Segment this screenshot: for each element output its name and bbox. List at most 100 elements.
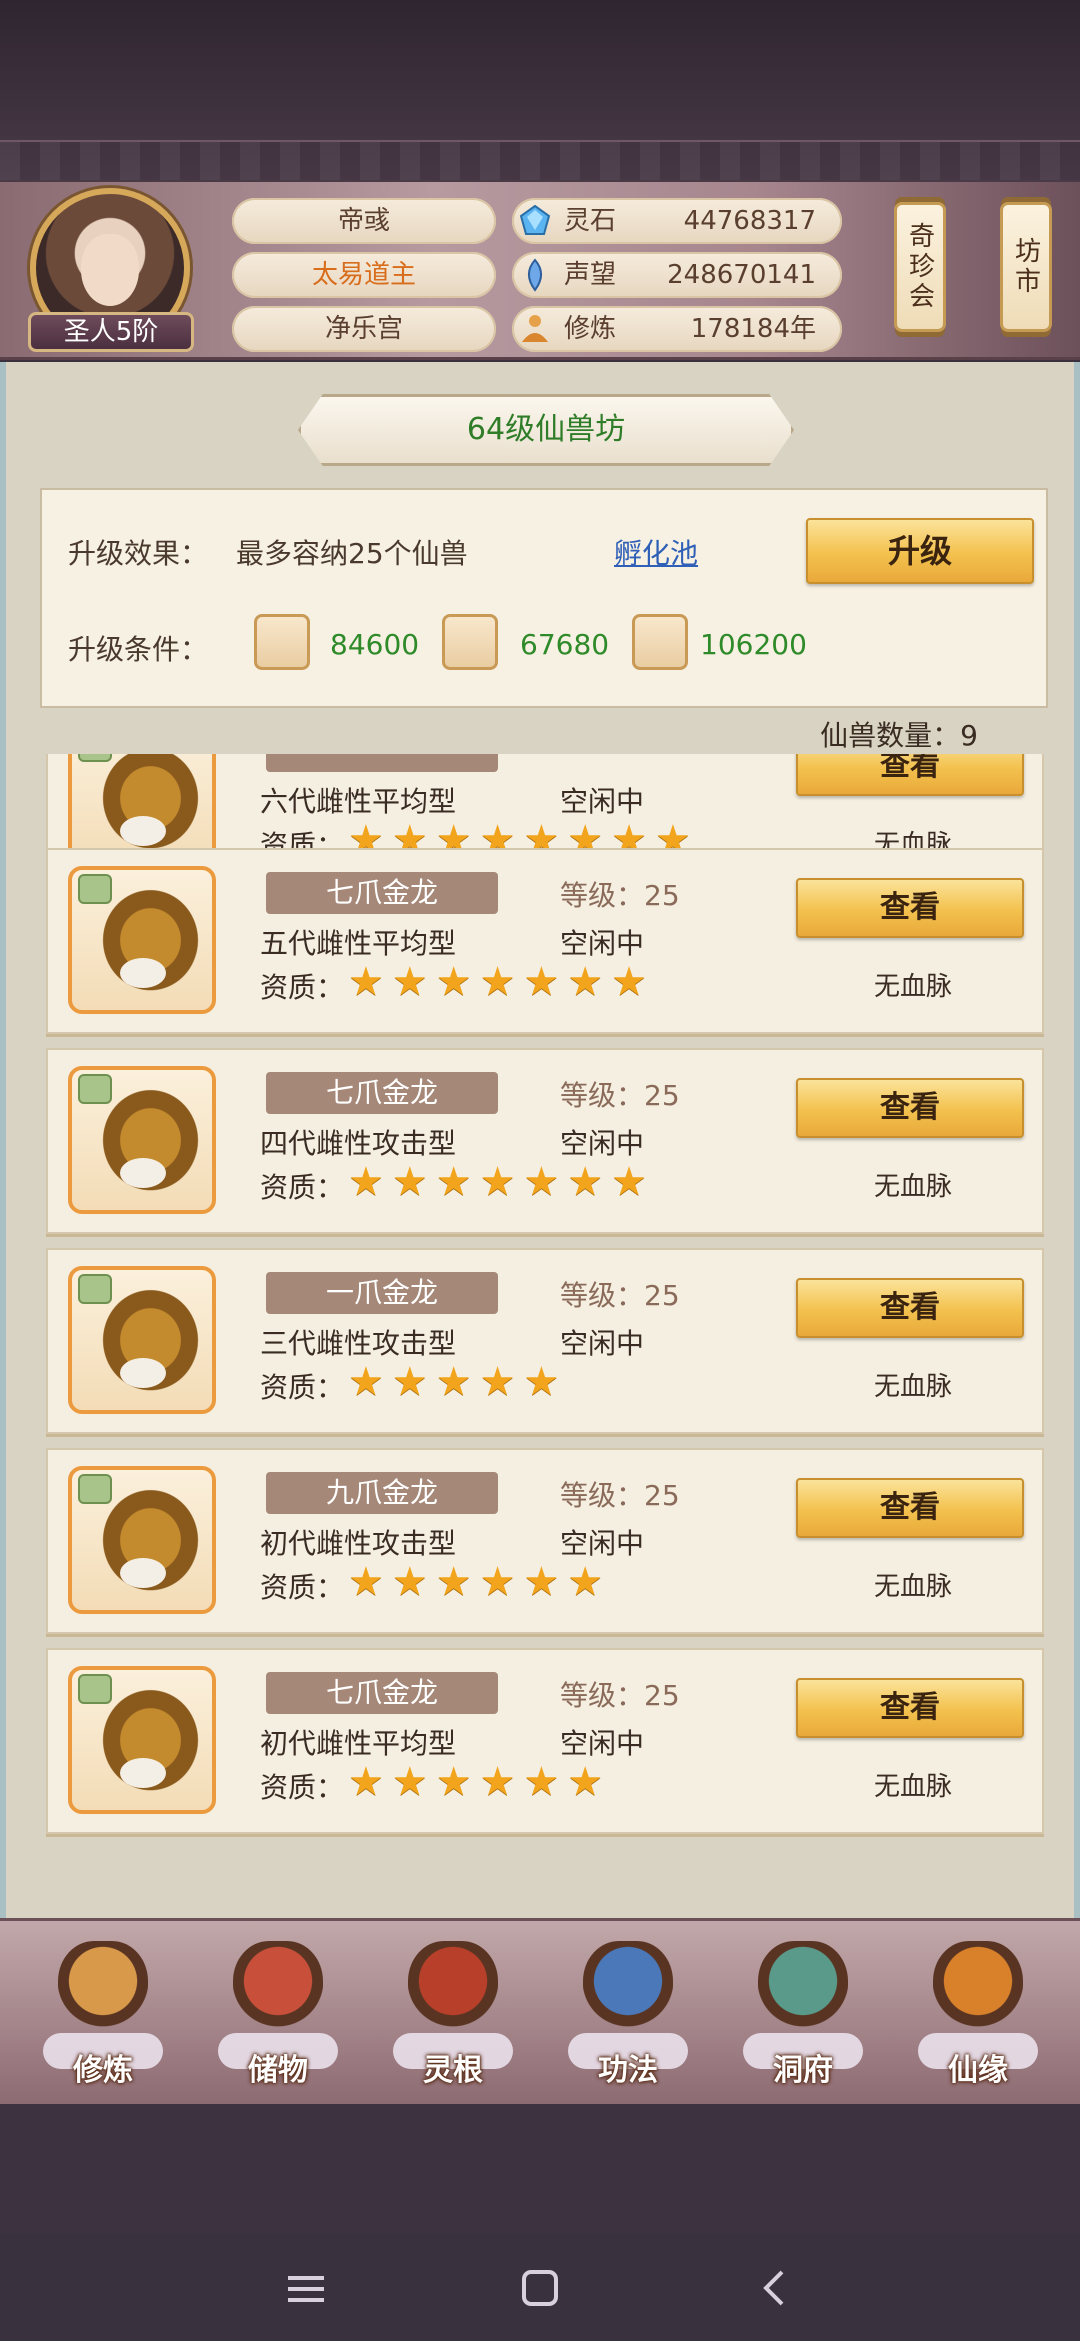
spirit-stone-stat: 灵石 44768317	[512, 198, 842, 244]
resource-value: 67680	[520, 628, 610, 661]
nav-item-technique-book[interactable]: 功法	[563, 1941, 693, 2091]
quality-label: 资质：	[260, 971, 345, 1004]
quality-label: 资质：	[260, 1571, 345, 1604]
star-icon: ★	[523, 1559, 560, 1605]
beast-generation: 六代雌性平均型	[260, 785, 457, 818]
technique-book-icon	[583, 1941, 673, 2041]
view-button[interactable]: 查看	[796, 754, 1024, 796]
back-icon[interactable]	[744, 2264, 804, 2314]
beast-generation: 五代雌性平均型	[260, 927, 457, 960]
beast-portrait[interactable]	[68, 866, 216, 1014]
beast-name: 七爪金龙	[266, 872, 498, 914]
stat-label: 声望	[564, 260, 617, 290]
beast-workshop-panel: 64级仙兽坊 升级效果： 最多容纳25个仙兽 孵化池 升级 升级条件： 8460…	[0, 362, 1080, 1918]
beast-card: 九爪金龙 等级：25 初代雌性攻击型 空闲中 资质： ★ ★ ★ ★ ★ ★ 查看 无血脉	[46, 1448, 1044, 1634]
rank-badge: 圣人5阶	[28, 312, 194, 352]
nav-label: 仙缘	[948, 2053, 1008, 2088]
nav-item-cultivate[interactable]: 修炼	[38, 1941, 168, 2091]
bloodline-text: 无血脉	[874, 1372, 953, 1402]
upgrade-button[interactable]: 升级	[806, 518, 1034, 584]
beast-status: 空闲中	[560, 1727, 645, 1760]
beast-generation: 三代雌性攻击型	[260, 1327, 457, 1360]
nav-label: 修炼	[73, 2053, 133, 2088]
spirit-root-icon	[408, 1941, 498, 2041]
nav-label: 功法	[598, 2053, 658, 2088]
nav-label: 储物	[248, 2053, 308, 2088]
stat-value: 178184年	[690, 314, 816, 344]
lock-icon	[78, 1074, 112, 1104]
nav-item-cave-mansion[interactable]: 洞府	[738, 1941, 868, 2091]
market-button[interactable]: 坊市	[1000, 202, 1052, 332]
beast-level: 等级：25	[560, 1679, 680, 1712]
beast-generation: 四代雌性攻击型	[260, 1127, 457, 1160]
beast-name: 七爪金龙	[266, 1672, 498, 1714]
star-icon: ★	[567, 1759, 604, 1805]
golden-dragon-icon	[90, 754, 200, 862]
star-icon: ★	[611, 959, 648, 1005]
nav-item-fate-gourd[interactable]: 仙缘	[913, 1941, 1043, 2091]
nav-label: 灵根	[423, 2053, 483, 2088]
star-icon: ★	[435, 1159, 472, 1205]
condition-label: 升级条件：	[68, 633, 209, 666]
golden-dragon-icon	[90, 1088, 200, 1204]
effect-text: 最多容纳25个仙兽	[236, 537, 468, 570]
fate-gourd-icon	[933, 1941, 1023, 2041]
star-icon: ★	[479, 1159, 516, 1205]
menu-icon[interactable]	[276, 2264, 336, 2314]
nav-label: 洞府	[773, 2053, 833, 2088]
beast-portrait[interactable]	[68, 1466, 216, 1614]
nav-item-spirit-root[interactable]: 灵根	[388, 1941, 518, 2091]
quality-stars: ★ ★ ★ ★ ★ ★	[348, 1562, 611, 1602]
bloodline-text: 无血脉	[874, 1572, 953, 1602]
star-icon: ★	[348, 959, 384, 1005]
system-nav-bar	[0, 2234, 1080, 2341]
home-icon[interactable]	[510, 2264, 570, 2314]
beast-count: 仙兽数量：9	[820, 719, 978, 752]
player-name: 帝彧	[232, 198, 496, 244]
beast-portrait[interactable]	[68, 1666, 216, 1814]
star-icon: ★	[391, 959, 428, 1005]
quality-label: 资质：	[260, 1171, 345, 1204]
star-icon: ★	[567, 1559, 604, 1605]
bloodline-text: 无血脉	[874, 1172, 953, 1202]
star-icon: ★	[479, 1759, 516, 1805]
banner-ornament	[0, 140, 1080, 180]
avatar-face	[81, 234, 139, 306]
stat-label: 修炼	[564, 314, 617, 344]
player-title[interactable]: 太易道主	[232, 252, 496, 298]
cultivation-stat: 修炼 178184年	[512, 306, 842, 352]
beast-name	[266, 754, 498, 772]
view-button[interactable]: 查看	[796, 1278, 1024, 1338]
stat-value: 44768317	[683, 206, 816, 236]
player-header: 圣人5阶 帝彧 太易道主 净乐宫 灵石 44768317 声望 24867014…	[0, 182, 1080, 360]
view-button[interactable]: 查看	[796, 878, 1024, 938]
lock-icon	[78, 1674, 112, 1704]
view-button[interactable]: 查看	[796, 1678, 1024, 1738]
nav-item-storage-bag[interactable]: 储物	[213, 1941, 343, 2091]
star-icon: ★	[391, 1759, 428, 1805]
quality-stars: ★ ★ ★ ★ ★ ★ ★	[348, 1162, 655, 1202]
hatch-pool-link[interactable]: 孵化池	[614, 532, 698, 572]
treasure-fair-button[interactable]: 奇珍会	[894, 202, 946, 332]
lock-icon	[78, 1274, 112, 1304]
beast-portrait[interactable]	[68, 1066, 216, 1214]
view-button[interactable]: 查看	[796, 1078, 1024, 1138]
beast-level: 等级：25	[560, 1279, 680, 1312]
beast-status: 空闲中	[560, 785, 645, 818]
lock-icon	[78, 1474, 112, 1504]
lock-icon	[78, 754, 112, 762]
star-icon: ★	[348, 1759, 384, 1805]
beast-level: 等级：25	[560, 1079, 680, 1112]
view-button[interactable]: 查看	[796, 1478, 1024, 1538]
quality-stars: ★ ★ ★ ★ ★ ★ ★	[348, 962, 655, 1002]
star-icon: ★	[523, 1359, 560, 1405]
beast-portrait[interactable]	[68, 1266, 216, 1414]
star-icon: ★	[523, 959, 560, 1005]
cave-mansion-icon	[758, 1941, 848, 2041]
star-icon: ★	[567, 1159, 604, 1205]
star-icon: ★	[523, 1159, 560, 1205]
ore-icon	[254, 614, 310, 670]
prestige-icon	[528, 258, 542, 292]
beast-card: 七爪金龙 等级：25 初代雌性平均型 空闲中 资质： ★ ★ ★ ★ ★ ★ 查看 无血脉	[46, 1648, 1044, 1834]
star-icon: ★	[435, 1759, 472, 1805]
